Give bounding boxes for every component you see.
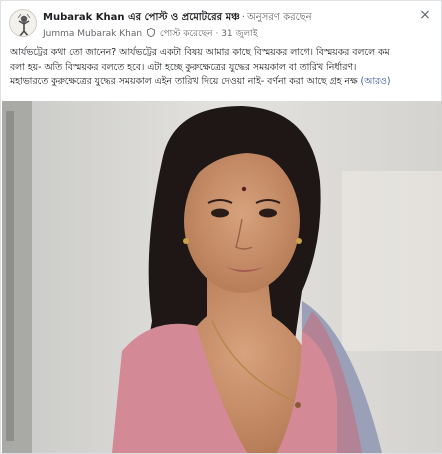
post-title-row: Mubarak Khan এর পোস্ট ও প্রমোটরের মঞ্চ · অ…	[43, 10, 312, 27]
group-name-link[interactable]: Mubarak Khan এর পোস্ট ও প্রমোটরের মঞ্চ	[43, 12, 240, 23]
separator-dot: ·	[215, 29, 219, 39]
author-name-link[interactable]: Jumma Mubarak Khan	[43, 29, 142, 39]
post-body-line: মহাভারতে কুরুক্ষেত্রের যুদ্ধের সময়কাল এ…	[10, 76, 358, 87]
portrait-photo	[2, 101, 442, 453]
posted-label: পোস্ট করেছেন	[159, 29, 213, 39]
post-body-line: বলা হয়- অতি বিস্ময়কর বলতে হবে। এটা হচ্…	[10, 61, 357, 73]
see-more-link[interactable]: (আরও)	[360, 76, 390, 87]
post-date-link[interactable]: 31 জুলাই	[221, 29, 257, 39]
post-photo[interactable]	[2, 101, 442, 453]
feed-post: Mubarak Khan এর পোস্ট ও প্রমোটরের মঞ্চ · অ…	[0, 0, 442, 454]
group-avatar-icon[interactable]	[9, 9, 37, 37]
separator-dot: ·	[241, 12, 246, 23]
follow-status-label[interactable]: অনুসরণ করছেন	[247, 12, 312, 23]
post-meta-row: Jumma Mubarak Khan পোস্ট করেছেন · 31 জুল…	[43, 26, 258, 41]
post-body-text: আর্যভট্টের কথা তো জানেন? আর্যভট্টের একটা…	[10, 46, 434, 90]
close-icon[interactable]: ×	[417, 7, 433, 23]
admin-shield-icon	[147, 28, 155, 40]
post-body-line: আর্যভট্টের কথা তো জানেন? আর্যভট্টের একটা…	[10, 47, 390, 58]
post-body-line-last: মহাভারতে কুরুক্ষেত্রের যুদ্ধের সময়কাল এ…	[10, 75, 434, 90]
post-header: Mubarak Khan এর পোস্ট ও প্রমোটরের মঞ্চ · অ…	[1, 1, 441, 43]
